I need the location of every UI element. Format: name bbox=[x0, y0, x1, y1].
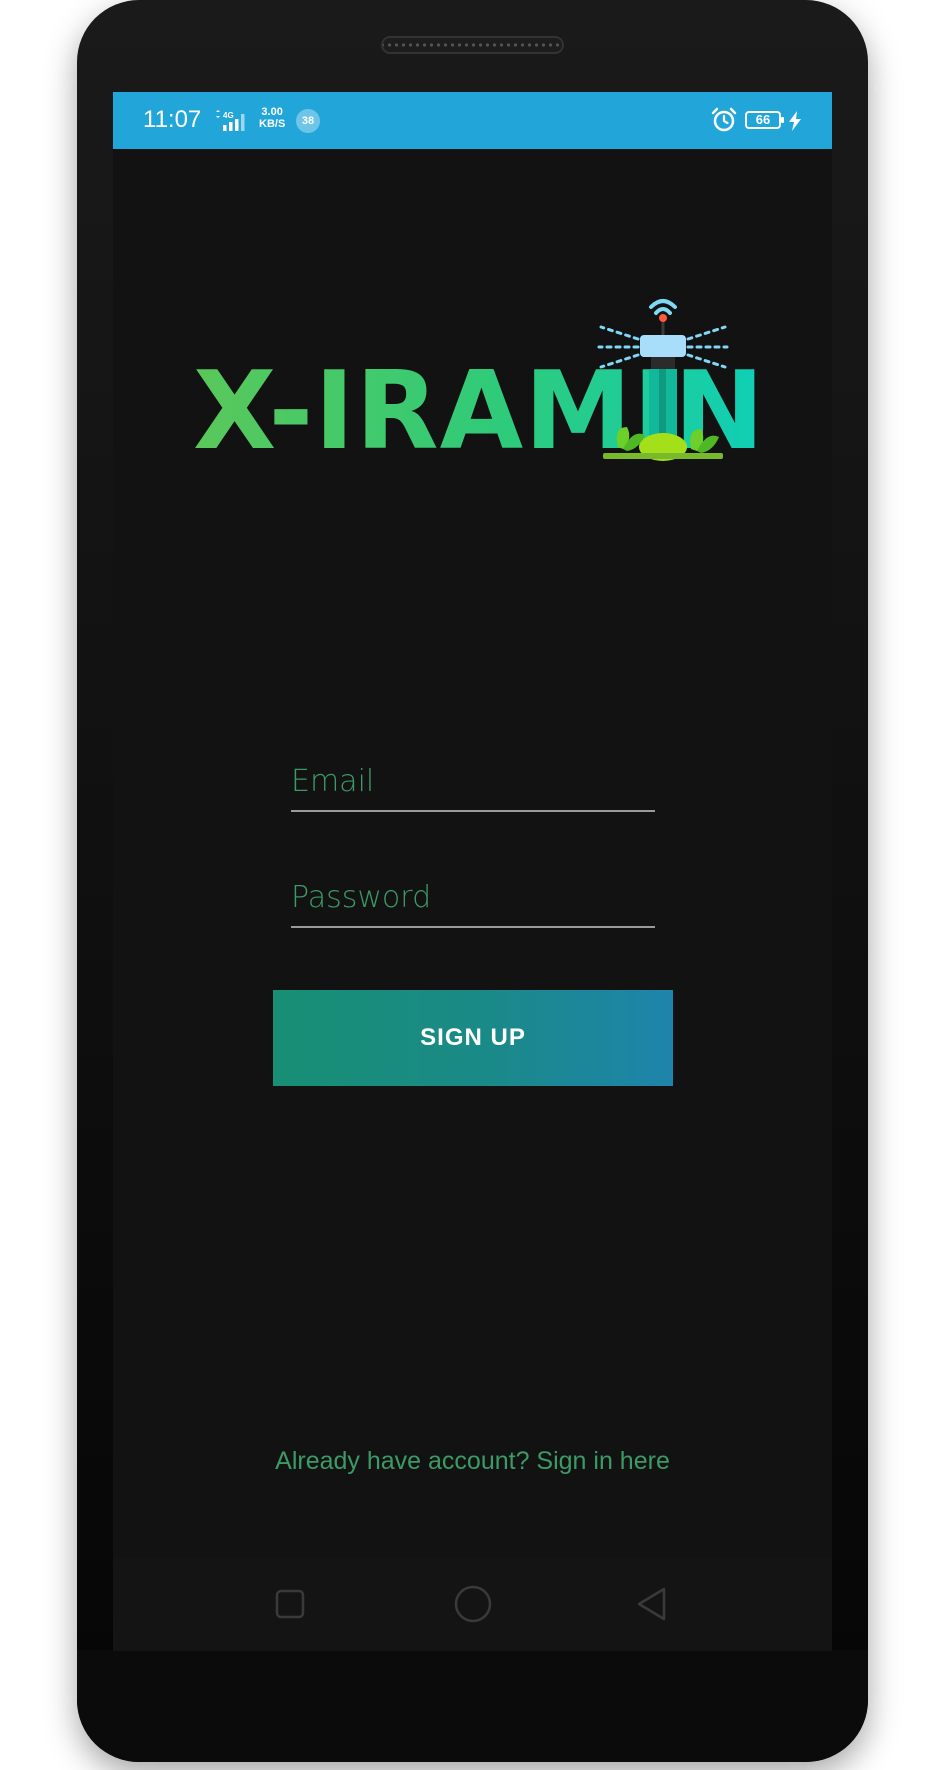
recent-apps-icon bbox=[275, 1589, 305, 1619]
signin-link[interactable]: Already have account? Sign in here bbox=[113, 1447, 832, 1476]
signup-button[interactable]: SIGN UP bbox=[273, 990, 673, 1086]
password-field[interactable] bbox=[291, 868, 655, 928]
earpiece-speaker bbox=[381, 36, 564, 54]
app-screen: 11:07 4G 3.00 KB/S 38 66 X-IRAMIN Email … bbox=[113, 92, 832, 1651]
recent-apps-button[interactable] bbox=[263, 1577, 317, 1631]
battery-indicator: 66 bbox=[745, 111, 784, 129]
status-bar: 11:07 4G 3.00 KB/S 38 66 bbox=[113, 92, 832, 149]
back-icon bbox=[637, 1587, 666, 1621]
network-speed: 3.00 KB/S bbox=[259, 106, 285, 130]
home-button[interactable] bbox=[446, 1577, 500, 1631]
navigation-bar bbox=[113, 1557, 832, 1651]
home-icon bbox=[454, 1585, 492, 1623]
email-field[interactable] bbox=[291, 752, 655, 812]
alarm-clock-icon bbox=[711, 107, 737, 132]
email-input[interactable] bbox=[291, 752, 655, 810]
password-input[interactable] bbox=[291, 868, 655, 926]
charging-bolt-icon bbox=[789, 111, 801, 131]
network-type-label: 4G bbox=[223, 111, 234, 120]
status-time: 11:07 bbox=[143, 106, 202, 133]
cellular-signal-icon: 4G bbox=[216, 110, 245, 131]
notification-count-badge: 38 bbox=[296, 109, 320, 133]
phone-chin bbox=[77, 1650, 868, 1762]
sprinkler-icon bbox=[597, 299, 729, 461]
back-button[interactable] bbox=[625, 1577, 679, 1631]
app-logo: X-IRAMIN bbox=[193, 287, 783, 467]
network-speed-value: 3.00 bbox=[261, 106, 283, 118]
network-speed-unit: KB/S bbox=[259, 118, 286, 130]
